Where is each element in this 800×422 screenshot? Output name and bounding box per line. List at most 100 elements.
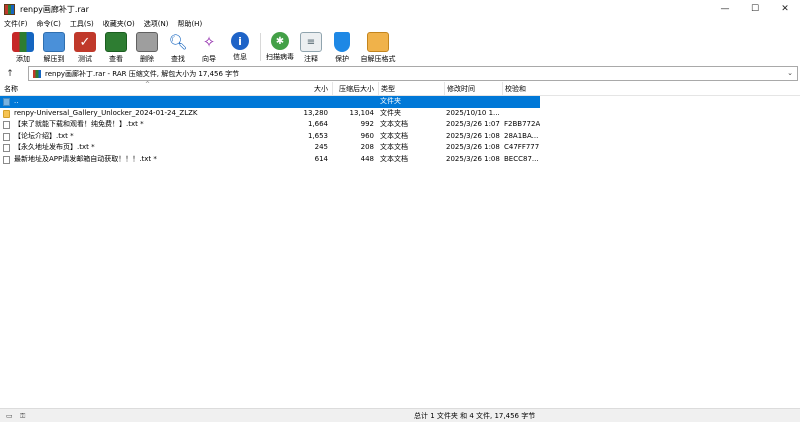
toolbar-separator bbox=[260, 33, 261, 61]
wizard-button[interactable]: ✧ 向导 bbox=[194, 30, 224, 64]
close-button[interactable]: ✕ bbox=[770, 0, 800, 18]
address-text: renpy画廊补丁.rar - RAR 压缩文件, 解包大小为 17,456 字… bbox=[45, 69, 240, 78]
comment-button[interactable]: ≡ 注释 bbox=[296, 30, 326, 64]
sfx-button-label: 自解压格式 bbox=[360, 55, 396, 63]
text-file-icon bbox=[3, 132, 10, 141]
minimize-button[interactable]: — bbox=[710, 0, 740, 18]
table-row-parent[interactable]: .. 文件夹 bbox=[0, 96, 540, 108]
view-button[interactable]: 查看 bbox=[101, 30, 131, 64]
window-title: renpy画廊补丁.rar bbox=[20, 4, 89, 14]
scan-virus-button[interactable]: ✱ 扫描病毒 bbox=[265, 30, 295, 64]
menu-tools[interactable]: 工具(S) bbox=[70, 19, 94, 29]
row-size: 245 bbox=[314, 143, 328, 151]
winrar-app-icon bbox=[4, 3, 15, 15]
menu-favorites[interactable]: 收藏夹(O) bbox=[103, 19, 135, 29]
sfx-package-icon bbox=[367, 32, 389, 52]
text-file-icon bbox=[3, 144, 10, 152]
row-name: 最新地址及APP请发邮箱自动获取！！！.txt * bbox=[14, 154, 157, 163]
add-button-label: 添加 bbox=[16, 55, 30, 63]
title-bar: renpy画廊补丁.rar — ☐ ✕ bbox=[0, 0, 800, 18]
menu-bar: 文件(F) 命令(C) 工具(S) 收藏夹(O) 选项(N) 帮助(H) bbox=[0, 18, 800, 30]
row-type: 文本文档 bbox=[380, 154, 408, 163]
info-icon: i bbox=[231, 32, 249, 50]
status-summary: 总计 1 文件夹 和 4 文件, 17,456 字节 bbox=[414, 412, 536, 420]
add-archive-icon bbox=[12, 32, 34, 52]
magnifier-icon: 🔍︎ bbox=[168, 33, 188, 51]
column-header-type[interactable]: 类型 bbox=[378, 82, 442, 96]
comment-button-label: 注释 bbox=[304, 55, 318, 63]
row-modified: 2025/10/10 1... bbox=[446, 108, 500, 117]
delete-button[interactable]: 删除 bbox=[132, 30, 162, 64]
row-modified: 2025/3/26 1:07 bbox=[446, 120, 500, 128]
add-button[interactable]: 添加 bbox=[8, 30, 38, 64]
column-header-name[interactable]: 名称 bbox=[4, 82, 18, 96]
maximize-button[interactable]: ☐ bbox=[740, 0, 770, 18]
address-field[interactable]: renpy画廊补丁.rar - RAR 压缩文件, 解包大小为 17,456 字… bbox=[28, 66, 798, 81]
row-packed-size: 208 bbox=[360, 143, 374, 151]
parent-folder-icon bbox=[3, 98, 10, 106]
table-row[interactable]: 【来了就能下载和观看！纯免费！】.txt * 1,664 992 文本文档 20… bbox=[0, 119, 800, 131]
menu-commands[interactable]: 命令(C) bbox=[37, 19, 61, 29]
column-header-crc[interactable]: 校验和 bbox=[502, 82, 540, 96]
info-button[interactable]: i 信息 bbox=[225, 30, 255, 64]
row-modified: 2025/3/26 1:08 bbox=[446, 154, 500, 163]
info-button-label: 信息 bbox=[233, 53, 247, 61]
key-icon[interactable]: ⚿ bbox=[20, 412, 25, 421]
chevron-down-icon[interactable]: ⌄ bbox=[787, 69, 793, 77]
row-type: 文件夹 bbox=[380, 108, 401, 117]
find-button[interactable]: 🔍︎ 查找 bbox=[163, 30, 193, 64]
row-crc: F2BB772A bbox=[504, 120, 540, 128]
row-size: 614 bbox=[314, 154, 328, 163]
column-header-packed-size[interactable]: 压缩后大小 bbox=[332, 82, 374, 96]
row-packed-size: 992 bbox=[360, 120, 374, 128]
column-header-modified[interactable]: 修改时间 bbox=[444, 82, 500, 96]
status-bar: ▭ ⚿ 总计 1 文件夹 和 4 文件, 17,456 字节 bbox=[0, 408, 800, 422]
view-button-label: 查看 bbox=[109, 55, 123, 63]
text-file-icon bbox=[3, 155, 10, 164]
row-name: .. bbox=[14, 97, 19, 105]
menu-file[interactable]: 文件(F) bbox=[4, 19, 28, 29]
file-list: 名称 ^ 大小 压缩后大小 类型 修改时间 校验和 .. 文件夹 renpy-U… bbox=[0, 81, 800, 408]
row-size: 1,664 bbox=[307, 120, 328, 128]
protect-button-label: 保护 bbox=[335, 55, 349, 63]
text-file-icon bbox=[3, 121, 10, 129]
path-bar: ↑ renpy画廊补丁.rar - RAR 压缩文件, 解包大小为 17,456… bbox=[0, 66, 800, 81]
menu-help[interactable]: 帮助(H) bbox=[177, 19, 202, 29]
shield-icon bbox=[334, 32, 350, 52]
view-book-icon bbox=[105, 32, 127, 52]
table-row[interactable]: renpy-Universal_Gallery_Unlocker_2024-01… bbox=[0, 108, 800, 120]
test-checklist-icon: ✓ bbox=[74, 32, 96, 52]
window-controls: — ☐ ✕ bbox=[710, 0, 800, 18]
row-type: 文件夹 bbox=[380, 97, 401, 105]
protect-button[interactable]: 保护 bbox=[327, 30, 357, 64]
sort-ascending-icon: ^ bbox=[145, 81, 151, 88]
menu-options[interactable]: 选项(N) bbox=[144, 19, 169, 29]
row-packed-size: 13,104 bbox=[349, 108, 375, 117]
extract-to-button[interactable]: 解压到 bbox=[39, 30, 69, 64]
table-row[interactable]: 【论坛介绍】.txt * 1,653 960 文本文档 2025/3/26 1:… bbox=[0, 131, 800, 143]
test-button[interactable]: ✓ 测试 bbox=[70, 30, 100, 64]
trash-bin-icon bbox=[136, 32, 158, 52]
row-modified: 2025/3/26 1:08 bbox=[446, 143, 500, 151]
table-row[interactable]: 最新地址及APP请发邮箱自动获取！！！.txt * 614 448 文本文档 2… bbox=[0, 154, 800, 166]
wizard-button-label: 向导 bbox=[202, 55, 216, 63]
extract-to-button-label: 解压到 bbox=[43, 55, 65, 63]
archive-icon bbox=[33, 69, 41, 78]
up-one-level-button[interactable]: ↑ bbox=[0, 66, 20, 81]
toolbar: 添加 解压到 ✓ 测试 查看 删除 🔍︎ 查找 ✧ 向导 i 信息 ✱ 扫描病毒… bbox=[0, 30, 800, 64]
extract-folder-icon bbox=[43, 32, 65, 52]
delete-button-label: 删除 bbox=[140, 55, 154, 63]
row-type: 文本文档 bbox=[380, 131, 408, 140]
row-size: 1,653 bbox=[307, 131, 328, 140]
row-crc: C47FF777 bbox=[504, 143, 540, 151]
list-header: 名称 ^ 大小 压缩后大小 类型 修改时间 校验和 bbox=[0, 81, 800, 96]
row-crc bbox=[504, 108, 540, 120]
row-crc: BECC87... bbox=[504, 154, 539, 163]
magic-wand-icon: ✧ bbox=[202, 33, 216, 51]
scan-virus-button-label: 扫描病毒 bbox=[266, 53, 294, 61]
column-header-size[interactable]: 大小 bbox=[290, 82, 328, 96]
table-row[interactable]: 【永久地址发布页】.txt * 245 208 文本文档 2025/3/26 1… bbox=[0, 142, 800, 154]
sfx-button[interactable]: 自解压格式 bbox=[358, 30, 398, 64]
drive-icon[interactable]: ▭ bbox=[6, 412, 13, 420]
row-packed-size: 448 bbox=[360, 154, 374, 163]
